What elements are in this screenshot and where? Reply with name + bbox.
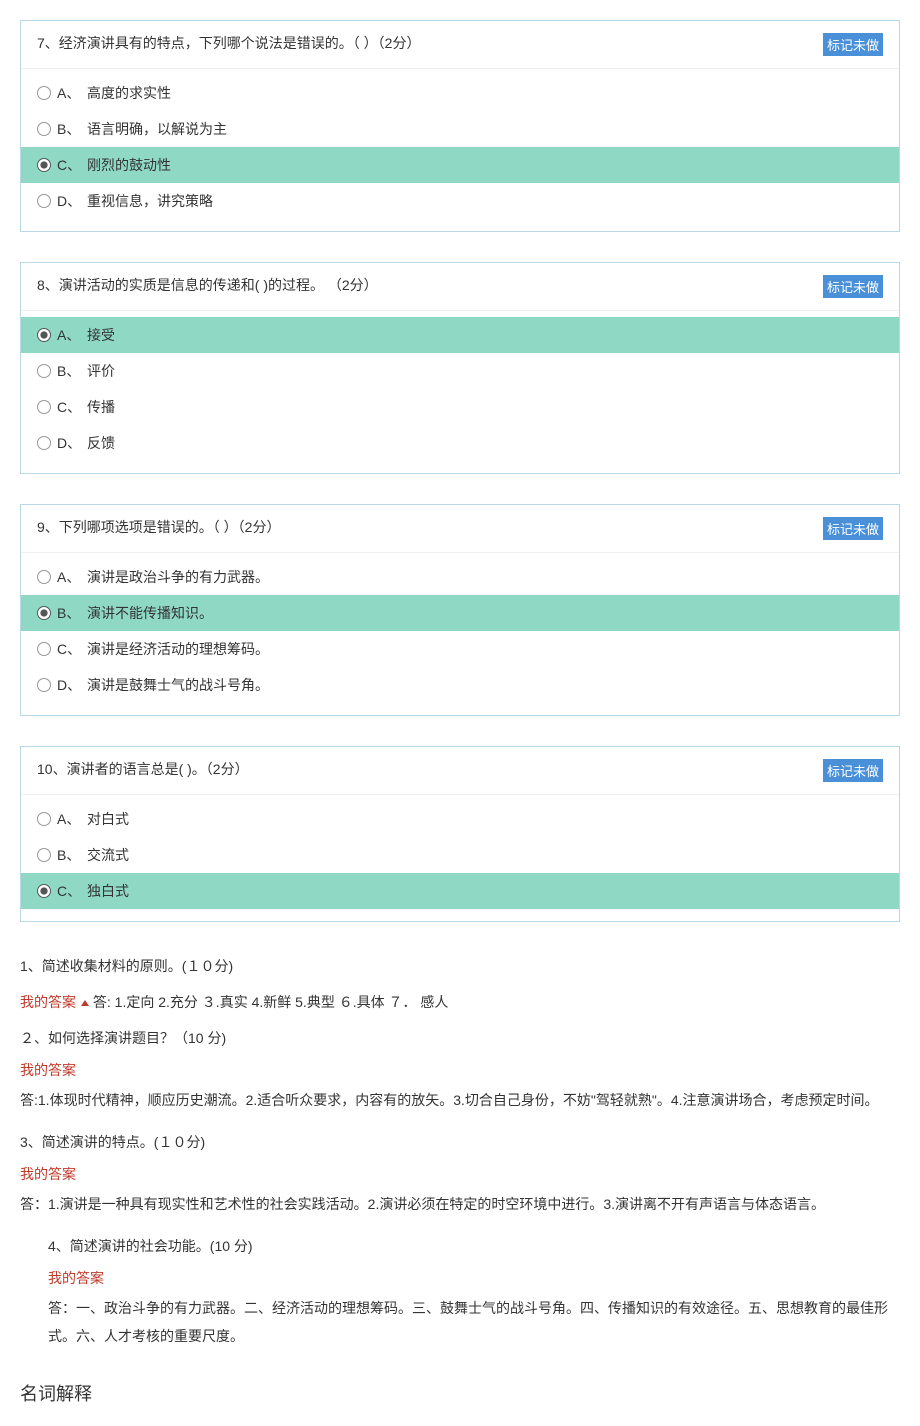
question-card: 7、经济演讲具有的特点，下列哪个说法是错误的。（ ）（2分） 标记未做 A、高度的求…: [20, 20, 900, 232]
option-key: B、: [57, 361, 87, 381]
essay-section: 1、简述收集材料的原则。(１０分) 我的答案 答: 1.定向 2.充分 ３.真实…: [20, 952, 900, 1350]
options-list: A、对白式B、交流式C、独白式: [21, 795, 899, 921]
option-key: B、: [57, 603, 87, 623]
radio-icon[interactable]: [37, 364, 51, 378]
option-key: A、: [57, 325, 87, 345]
answer-text-2: 答:1.体现时代精神，顺应历史潮流。2.适合听众要求，内容有的放矢。3.切合自己…: [20, 1086, 900, 1114]
option-row[interactable]: C、刚烈的鼓动性: [21, 147, 899, 183]
options-list: A、高度的求实性B、语言明确，以解说为主C、刚烈的鼓动性D、重视信息，讲究策略: [21, 69, 899, 231]
answer-label-4: 我的答案: [48, 1268, 900, 1288]
radio-icon[interactable]: [37, 570, 51, 584]
option-row[interactable]: A、接受: [21, 317, 899, 353]
option-key: B、: [57, 845, 87, 865]
radio-icon[interactable]: [37, 678, 51, 692]
question-title: 9、下列哪项选项是错误的。（ ）（2分）: [37, 517, 280, 540]
option-row[interactable]: A、演讲是政治斗争的有力武器。: [21, 559, 899, 595]
option-row[interactable]: D、反馈: [21, 425, 899, 461]
question-header: 9、下列哪项选项是错误的。（ ）（2分） 标记未做: [21, 505, 899, 553]
radio-icon[interactable]: [37, 812, 51, 826]
option-row[interactable]: A、对白式: [21, 801, 899, 837]
radio-icon[interactable]: [37, 642, 51, 656]
option-text: 接受: [87, 325, 883, 345]
section-title: 名词解释: [20, 1380, 900, 1406]
option-row[interactable]: C、独白式: [21, 873, 899, 909]
option-row[interactable]: C、演讲是经济活动的理想筹码。: [21, 631, 899, 667]
mark-undone-badge[interactable]: 标记未做: [823, 33, 883, 56]
options-list: A、接受B、评价C、传播D、反馈: [21, 311, 899, 473]
answer-label-2: 我的答案: [20, 1060, 900, 1080]
question-title: 10、演讲者的语言总是( )。（2分）: [37, 759, 249, 782]
option-row[interactable]: D、演讲是鼓舞士气的战斗号角。: [21, 667, 899, 703]
options-list: A、演讲是政治斗争的有力武器。B、演讲不能传播知识。C、演讲是经济活动的理想筹码…: [21, 553, 899, 715]
radio-icon[interactable]: [37, 86, 51, 100]
option-text: 对白式: [87, 809, 883, 829]
option-key: D、: [57, 433, 87, 453]
question-header: 8、演讲活动的实质是信息的传递和( )的过程。 （2分） 标记未做: [21, 263, 899, 311]
option-row[interactable]: B、评价: [21, 353, 899, 389]
radio-icon[interactable]: [37, 158, 51, 172]
option-text: 演讲是政治斗争的有力武器。: [87, 567, 883, 587]
option-row[interactable]: B、演讲不能传播知识。: [21, 595, 899, 631]
answer-label-1: 我的答案: [20, 994, 76, 1010]
answer-text-3: 答：1.演讲是一种具有现实性和艺术性的社会实践活动。2.演讲必须在特定的时空环境…: [20, 1190, 900, 1218]
question-title: 7、经济演讲具有的特点，下列哪个说法是错误的。（ ）（2分）: [37, 33, 420, 56]
mark-undone-badge[interactable]: 标记未做: [823, 275, 883, 298]
option-key: D、: [57, 675, 87, 695]
option-text: 语言明确，以解说为主: [87, 119, 883, 139]
option-key: D、: [57, 191, 87, 211]
essay-q1: 1、简述收集材料的原则。(１０分): [20, 952, 900, 980]
option-row[interactable]: B、交流式: [21, 837, 899, 873]
radio-icon[interactable]: [37, 884, 51, 898]
essay-q4: 4、简述演讲的社会功能。(10 分): [48, 1232, 900, 1260]
option-row[interactable]: D、重视信息，讲究策略: [21, 183, 899, 219]
answer-text-4: 答：一、政治斗争的有力武器。二、经济活动的理想筹码。三、鼓舞士气的战斗号角。四、…: [48, 1294, 900, 1350]
option-text: 刚烈的鼓动性: [87, 155, 883, 175]
radio-icon[interactable]: [37, 848, 51, 862]
radio-icon[interactable]: [37, 400, 51, 414]
radio-icon[interactable]: [37, 606, 51, 620]
option-row[interactable]: A、高度的求实性: [21, 75, 899, 111]
option-text: 独白式: [87, 881, 883, 901]
question-title: 8、演讲活动的实质是信息的传递和( )的过程。 （2分）: [37, 275, 378, 298]
question-card: 10、演讲者的语言总是( )。（2分）标记未做A、对白式B、交流式C、独白式: [20, 746, 900, 922]
question-card: 9、下列哪项选项是错误的。（ ）（2分）标记未做A、演讲是政治斗争的有力武器。B…: [20, 504, 900, 716]
triangle-icon: [81, 1000, 89, 1006]
option-text: 重视信息，讲究策略: [87, 191, 883, 211]
option-key: C、: [57, 639, 87, 659]
option-key: C、: [57, 397, 87, 417]
option-key: B、: [57, 119, 87, 139]
option-key: A、: [57, 567, 87, 587]
option-row[interactable]: B、语言明确，以解说为主: [21, 111, 899, 147]
radio-icon[interactable]: [37, 122, 51, 136]
radio-icon[interactable]: [37, 194, 51, 208]
radio-icon[interactable]: [37, 436, 51, 450]
essay-q2: ２、如何选择演讲题目？（10 分): [20, 1024, 900, 1052]
mark-undone-badge[interactable]: 标记未做: [823, 517, 883, 540]
option-key: C、: [57, 155, 87, 175]
option-text: 演讲是经济活动的理想筹码。: [87, 639, 883, 659]
option-text: 演讲是鼓舞士气的战斗号角。: [87, 675, 883, 695]
option-text: 演讲不能传播知识。: [87, 603, 883, 623]
mark-undone-badge[interactable]: 标记未做: [823, 759, 883, 782]
option-text: 高度的求实性: [87, 83, 883, 103]
option-text: 反馈: [87, 433, 883, 453]
option-key: A、: [57, 83, 87, 103]
answer-label-3: 我的答案: [20, 1164, 900, 1184]
essay-q3: 3、简述演讲的特点。(１０分): [20, 1128, 900, 1156]
question-card: 8、演讲活动的实质是信息的传递和( )的过程。 （2分）标记未做A、接受B、评价…: [20, 262, 900, 474]
question-header: 7、经济演讲具有的特点，下列哪个说法是错误的。（ ）（2分） 标记未做: [21, 21, 899, 69]
option-text: 传播: [87, 397, 883, 417]
option-key: A、: [57, 809, 87, 829]
option-key: C、: [57, 881, 87, 901]
option-row[interactable]: C、传播: [21, 389, 899, 425]
option-text: 交流式: [87, 845, 883, 865]
radio-icon[interactable]: [37, 328, 51, 342]
question-header: 10、演讲者的语言总是( )。（2分） 标记未做: [21, 747, 899, 795]
answer-text-1: 答: 1.定向 2.充分 ３.真实 4.新鲜 5.典型 ６.具体 ７． 感人: [93, 994, 449, 1010]
option-text: 评价: [87, 361, 883, 381]
